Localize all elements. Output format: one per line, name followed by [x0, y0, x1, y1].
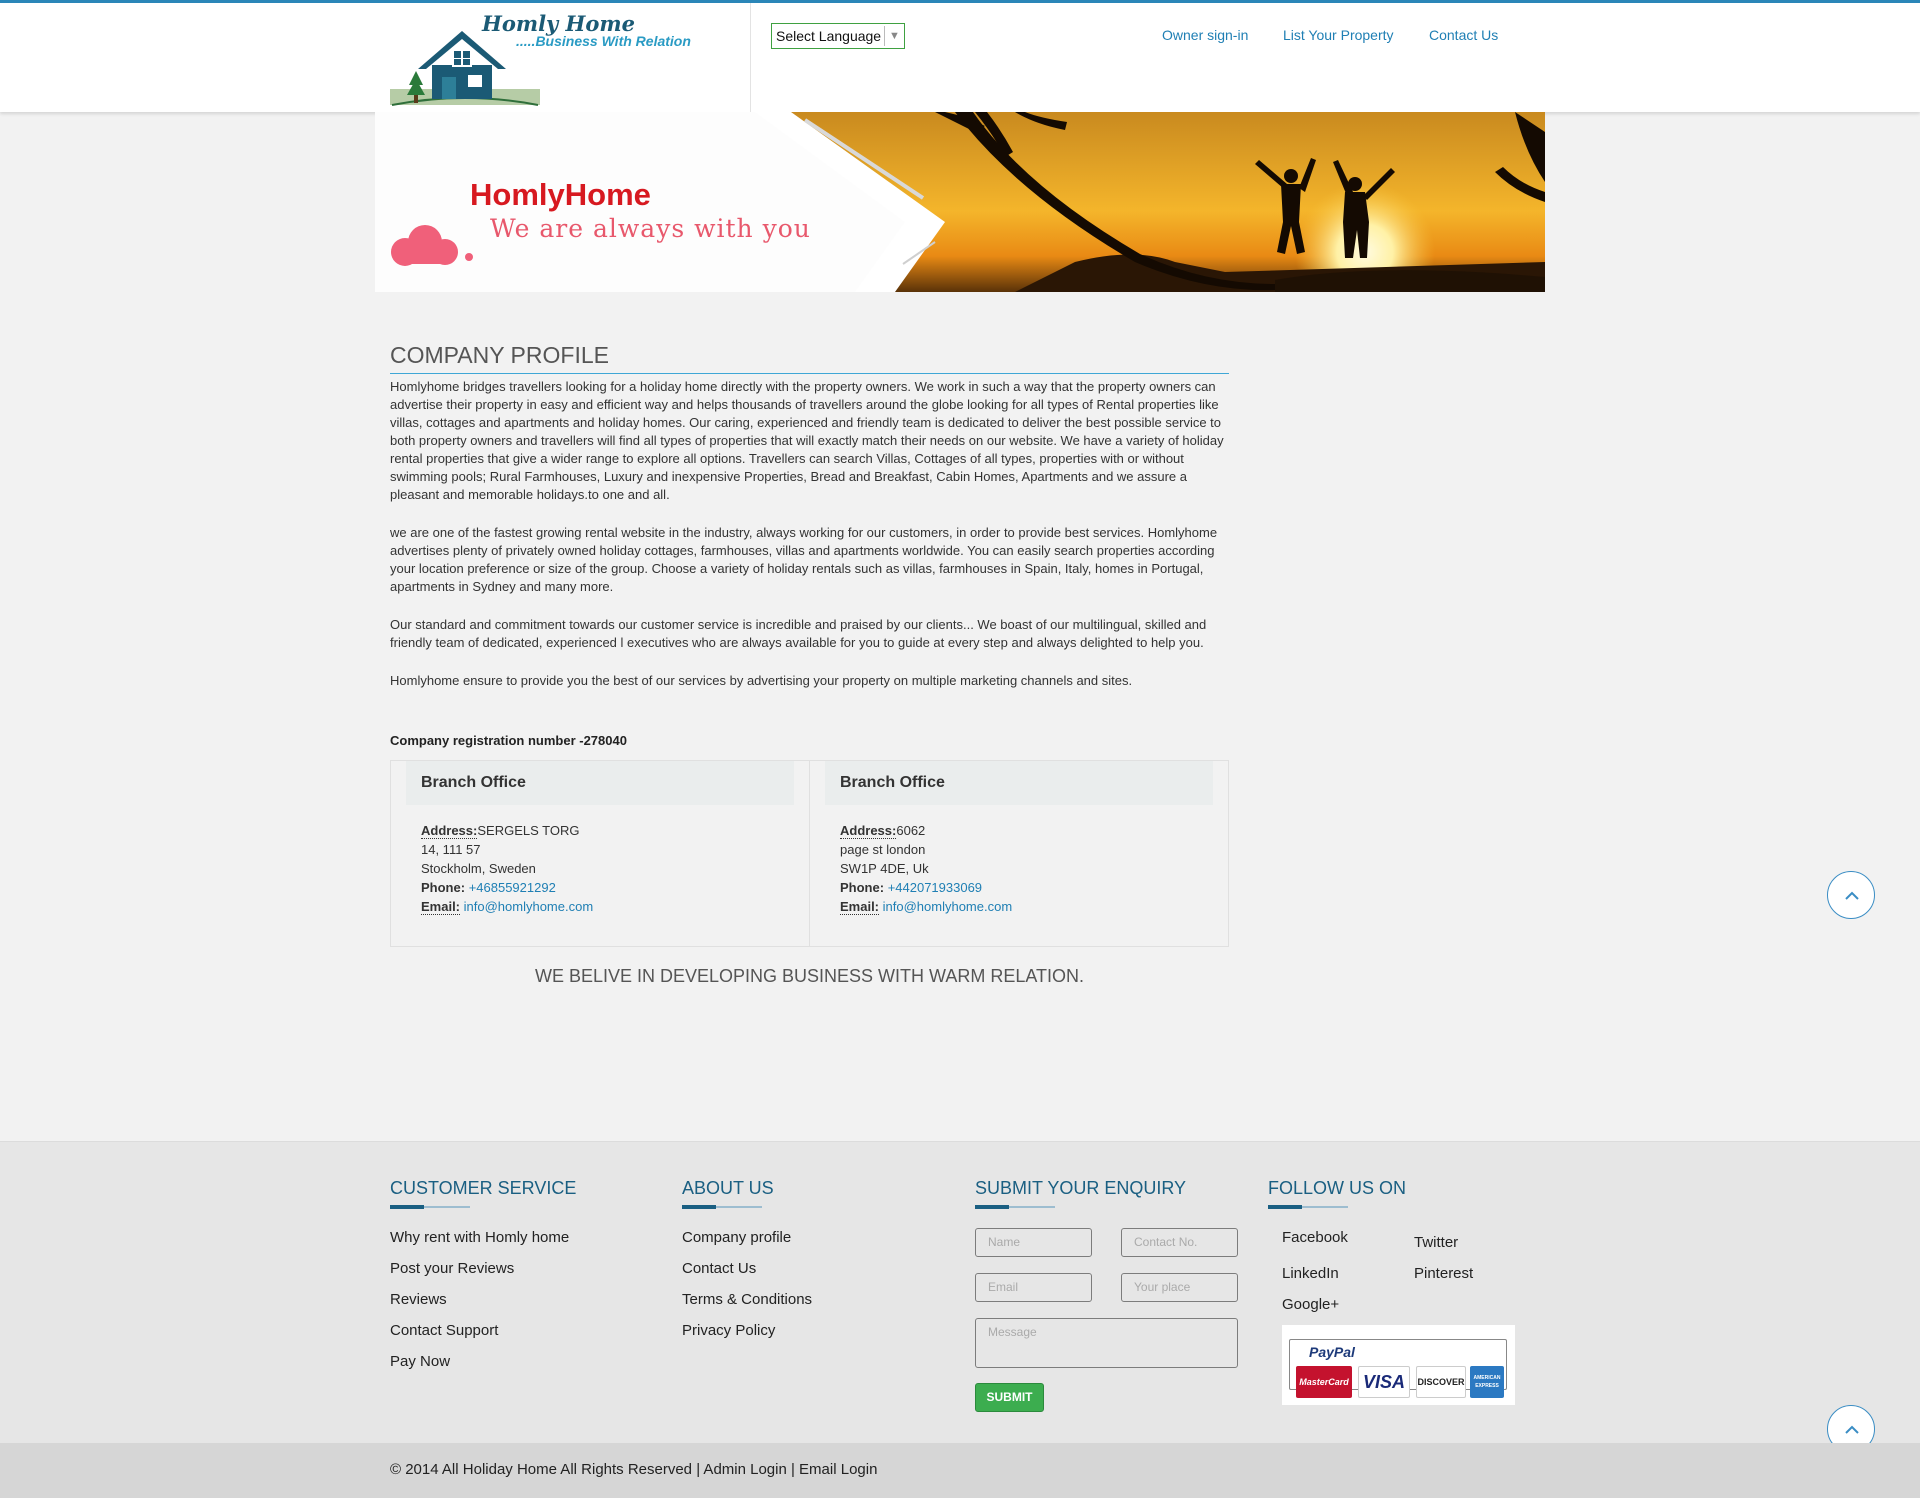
contact-number-field[interactable]: Contact No.	[1121, 1228, 1238, 1257]
about-us-heading: ABOUT US	[682, 1178, 774, 1198]
submit-button[interactable]: SUBMIT	[975, 1383, 1044, 1412]
social-link-facebook[interactable]: Facebook	[1282, 1229, 1348, 1246]
office-divider	[809, 761, 810, 947]
american-express-icon: AMERICAN EXPRESS	[1470, 1366, 1504, 1398]
heading-underline	[1268, 1205, 1348, 1209]
phone-link[interactable]: +442071933069	[888, 880, 982, 895]
address-line-1: 6062	[896, 823, 926, 838]
address-line-3: Stockholm, Sweden	[421, 861, 536, 876]
footer-link-why-rent[interactable]: Why rent with Homly home	[390, 1229, 569, 1246]
chevron-down-icon: ▼	[884, 26, 904, 46]
mastercard-icon: MasterCard	[1296, 1366, 1352, 1398]
site-header: Homly Home .....Business With Relation S…	[0, 0, 1920, 113]
email-link[interactable]: info@homlyhome.com	[464, 899, 594, 914]
profile-paragraph-1: Homlyhome bridges travellers looking for…	[390, 379, 1224, 502]
follow-us-heading: FOLLOW US ON	[1268, 1178, 1407, 1198]
phone-link[interactable]: +46855921292	[469, 880, 556, 895]
footer-link-reviews[interactable]: Reviews	[390, 1291, 447, 1308]
header-divider	[750, 3, 751, 113]
footer-link-pay-now[interactable]: Pay Now	[390, 1353, 450, 1370]
phone-label: Phone:	[840, 880, 885, 895]
social-link-pinterest[interactable]: Pinterest	[1414, 1265, 1473, 1282]
hero-banner: HomlyHome We are always with you	[375, 112, 1545, 292]
enquiry-heading: SUBMIT YOUR ENQUIRY	[975, 1178, 1187, 1198]
email-link[interactable]: info@homlyhome.com	[883, 899, 1013, 914]
company-registration: Company registration number -278040	[390, 733, 627, 748]
email-label: Email:	[421, 899, 461, 915]
address-label: Address:	[421, 823, 478, 839]
email-label: Email:	[840, 899, 880, 915]
banner-subtitle: We are always with you	[490, 214, 811, 243]
footer-link-contact-support[interactable]: Contact Support	[390, 1322, 498, 1339]
address-line-2: page st london	[840, 842, 926, 857]
visa-icon: VISA	[1358, 1366, 1410, 1398]
footer-link-post-reviews[interactable]: Post your Reviews	[390, 1260, 514, 1277]
logo-tagline: .....Business With Relation	[516, 33, 691, 49]
bottom-bar: © 2014 All Holiday Home All Rights Reser…	[0, 1443, 1920, 1498]
social-link-twitter[interactable]: Twitter	[1414, 1234, 1458, 1251]
payment-methods: PayPal MasterCard VISA DISCOVER AMERICAN…	[1282, 1325, 1515, 1405]
name-field[interactable]: Name	[975, 1228, 1092, 1257]
site-logo[interactable]: Homly Home .....Business With Relation	[390, 9, 750, 109]
email-field[interactable]: Email	[975, 1273, 1092, 1302]
phone-label: Phone:	[421, 880, 466, 895]
address-line-3: SW1P 4DE, Uk	[840, 861, 929, 876]
office-heading: Branch Office	[825, 761, 1213, 805]
office-heading: Branch Office	[406, 761, 794, 805]
footer-link-contact-us[interactable]: Contact Us	[682, 1260, 756, 1277]
footer-link-terms[interactable]: Terms & Conditions	[682, 1291, 812, 1308]
heading-underline	[390, 1205, 470, 1209]
address-label: Address:	[840, 823, 897, 839]
your-place-field[interactable]: Your place	[1121, 1273, 1238, 1302]
customer-service-heading: CUSTOMER SERVICE	[390, 1178, 577, 1198]
social-link-google-plus[interactable]: Google+	[1282, 1296, 1339, 1313]
nav-list-your-property[interactable]: List Your Property	[1283, 27, 1394, 43]
scroll-to-top-button[interactable]	[1827, 871, 1875, 919]
profile-paragraph-3: Our standard and commitment towards our …	[390, 617, 1207, 650]
office-details: Address:SERGELS TORG 14, 111 57 Stockhol…	[421, 821, 593, 916]
payment-cards-frame: PayPal MasterCard VISA DISCOVER AMERICAN…	[1289, 1339, 1507, 1398]
address-line-1: SERGELS TORG	[477, 823, 580, 838]
paypal-logo: PayPal	[1306, 1344, 1358, 1360]
copyright-text[interactable]: © 2014 All Holiday Home All Rights Reser…	[390, 1461, 877, 1478]
page-title: COMPANY PROFILE	[390, 342, 1229, 374]
company-motto: WE BELIVE IN DEVELOPING BUSINESS WITH WA…	[534, 966, 1085, 986]
social-link-linkedin[interactable]: LinkedIn	[1282, 1265, 1339, 1282]
address-line-2: 14, 111 57	[421, 842, 481, 857]
nav-owner-sign-in[interactable]: Owner sign-in	[1162, 27, 1248, 43]
office-details: Address:6062 page st london SW1P 4DE, Uk…	[840, 821, 1012, 916]
chevron-up-icon	[1845, 891, 1859, 900]
site-footer: CUSTOMER SERVICE Why rent with Homly hom…	[0, 1141, 1920, 1453]
message-field[interactable]: Message	[975, 1318, 1238, 1368]
language-select-label: Select Language	[776, 28, 882, 44]
profile-paragraph-2: we are one of the fastest growing rental…	[390, 525, 1218, 594]
heading-underline	[682, 1205, 762, 1209]
banner-title: HomlyHome	[470, 177, 651, 212]
profile-paragraph-4: Homlyhome ensure to provide you the best…	[390, 673, 1133, 688]
footer-link-company-profile[interactable]: Company profile	[682, 1229, 791, 1246]
language-select[interactable]: Select Language ▼	[771, 23, 905, 49]
nav-contact-us[interactable]: Contact Us	[1429, 27, 1498, 43]
discover-icon: DISCOVER	[1416, 1366, 1466, 1398]
chevron-up-icon	[1845, 1425, 1859, 1434]
branch-offices: Branch Office Address:SERGELS TORG 14, 1…	[390, 760, 1229, 947]
heading-underline	[975, 1205, 1055, 1209]
footer-link-privacy[interactable]: Privacy Policy	[682, 1322, 775, 1339]
